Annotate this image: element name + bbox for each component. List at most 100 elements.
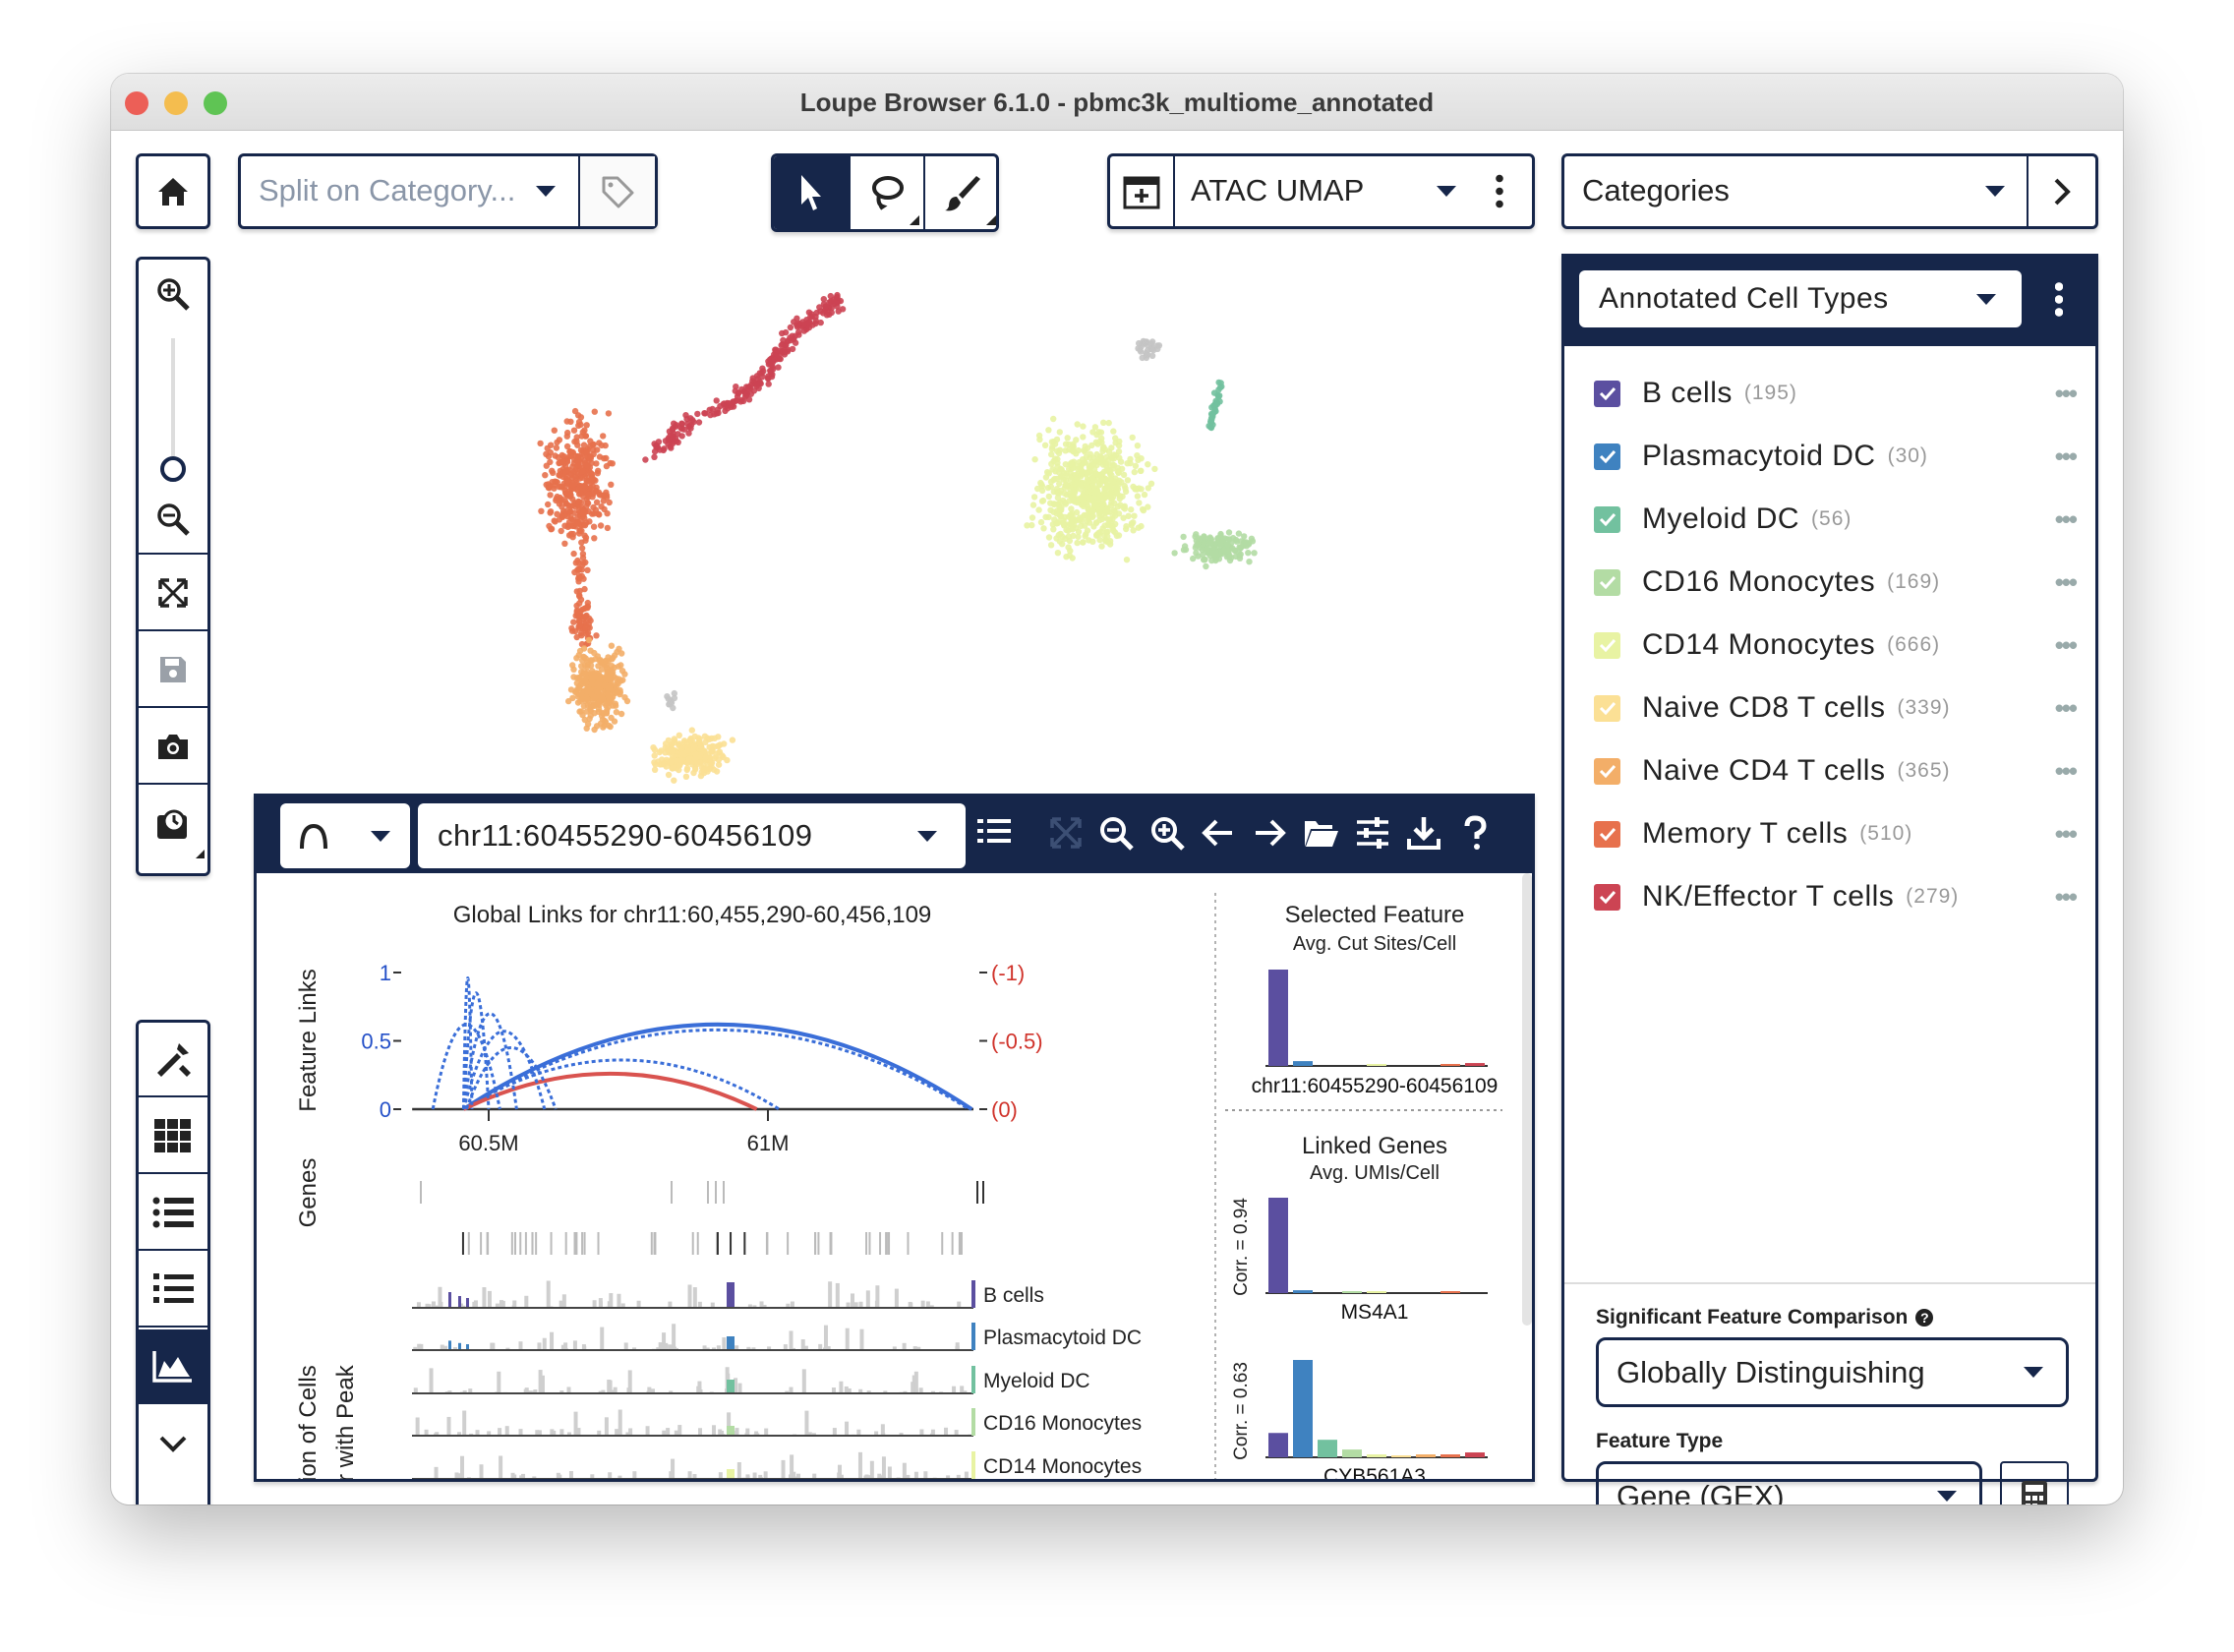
bar[interactable] — [1342, 1291, 1362, 1293]
bar[interactable] — [1268, 1433, 1288, 1457]
zoom-out-button[interactable] — [139, 486, 207, 555]
list-button[interactable] — [971, 811, 1015, 855]
more-horizontal-icon[interactable]: ••• — [2055, 442, 2078, 472]
sig-comparison-dropdown[interactable]: Globally Distinguishing — [1596, 1337, 2069, 1407]
umap-point — [1245, 550, 1252, 557]
arrow-left-button[interactable] — [1197, 811, 1240, 855]
projection-dropdown[interactable]: ATAC UMAP — [1107, 153, 1535, 229]
list-view-button[interactable] — [139, 1176, 207, 1251]
bar[interactable] — [1440, 1291, 1460, 1293]
arrow-right-button[interactable] — [1248, 811, 1291, 855]
feature-links-button[interactable] — [139, 1329, 207, 1404]
checkbox[interactable] — [1594, 820, 1620, 848]
help-icon[interactable]: ? — [1915, 1309, 1934, 1327]
bar[interactable] — [1268, 1198, 1288, 1293]
help-button[interactable] — [1453, 811, 1497, 855]
numbered-list-button[interactable] — [139, 1253, 207, 1328]
pointer-tool-button[interactable] — [774, 156, 849, 229]
more-horizontal-icon[interactable]: ••• — [2055, 693, 2078, 724]
tools-button[interactable] — [139, 1023, 207, 1097]
bar[interactable] — [1268, 970, 1288, 1066]
feature-link-arc[interactable] — [462, 1022, 973, 1111]
folder-button[interactable] — [1299, 811, 1342, 855]
bar[interactable] — [1440, 1064, 1460, 1066]
checkbox[interactable] — [1594, 380, 1620, 407]
more-horizontal-icon[interactable]: ••• — [2055, 882, 2078, 913]
category-item[interactable]: Naive CD4 T cells (365) ••• — [1594, 746, 2078, 796]
tag-button[interactable] — [578, 156, 655, 226]
fit-view-button[interactable] — [139, 557, 207, 631]
category-item[interactable]: CD14 Monocytes (666) ••• — [1594, 620, 2078, 670]
more-vertical-icon[interactable] — [1496, 172, 1503, 209]
zoom-in-button[interactable] — [139, 260, 207, 328]
minimize-window-button[interactable] — [164, 91, 188, 115]
zoom-out-button[interactable] — [1094, 811, 1138, 855]
history-button[interactable] — [139, 787, 207, 861]
download-button[interactable] — [1402, 811, 1445, 855]
more-horizontal-icon[interactable]: ••• — [2055, 379, 2078, 409]
category-item[interactable]: Memory T cells (510) ••• — [1594, 809, 2078, 858]
category-item[interactable]: NK/Effector T cells (279) ••• — [1594, 872, 2078, 921]
calculate-button[interactable] — [2000, 1461, 2069, 1504]
zoom-slider-handle[interactable] — [160, 456, 186, 482]
umap-point — [1086, 494, 1092, 502]
bar[interactable] — [1367, 1454, 1386, 1457]
brush-tool-button[interactable] — [923, 156, 996, 229]
checkbox[interactable] — [1594, 757, 1620, 785]
add-projection-button[interactable] — [1110, 156, 1175, 226]
bar[interactable] — [1367, 1291, 1386, 1293]
checkbox[interactable] — [1594, 883, 1620, 911]
more-horizontal-icon[interactable]: ••• — [2055, 819, 2078, 850]
locus-dropdown[interactable]: chr11:60455290-60456109 — [418, 803, 966, 868]
zoom-window-button[interactable] — [204, 91, 227, 115]
cluster-dropdown[interactable]: Annotated Cell Types — [1579, 270, 2022, 327]
fit-button[interactable] — [1044, 811, 1088, 855]
bar[interactable] — [1391, 1455, 1411, 1457]
home-button[interactable] — [136, 153, 210, 229]
umap-plot[interactable] — [229, 236, 1557, 885]
categories-dropdown[interactable]: Categories — [1561, 153, 2098, 229]
zoom-in-button[interactable] — [1146, 811, 1189, 855]
close-window-button[interactable] — [125, 91, 148, 115]
bar[interactable] — [1293, 1360, 1313, 1457]
bar[interactable] — [1440, 1454, 1460, 1457]
split-category-dropdown[interactable]: Split on Category... — [238, 153, 658, 229]
sliders-button[interactable] — [1351, 811, 1394, 855]
checkbox[interactable] — [1594, 505, 1620, 533]
bar[interactable] — [1318, 1440, 1337, 1457]
bar[interactable] — [1293, 1290, 1313, 1293]
bar[interactable] — [1465, 1063, 1485, 1066]
checkbox[interactable] — [1594, 694, 1620, 722]
screenshot-button[interactable] — [139, 710, 207, 785]
bar[interactable] — [1342, 1449, 1362, 1457]
feature-type-dropdown[interactable]: Gene (GEX) — [1596, 1461, 1982, 1504]
more-horizontal-icon[interactable]: ••• — [2055, 630, 2078, 661]
category-item[interactable]: B cells (195) ••• — [1594, 369, 2078, 418]
feature-link-arc[interactable] — [462, 1028, 970, 1111]
checkbox[interactable] — [1594, 631, 1620, 659]
bar[interactable] — [1416, 1454, 1436, 1457]
category-item[interactable]: Myeloid DC (56) ••• — [1594, 495, 2078, 544]
bar[interactable] — [1367, 1064, 1386, 1066]
category-item[interactable]: Plasmacytoid DC (30) ••• — [1594, 432, 2078, 481]
category-item[interactable]: Naive CD8 T cells (339) ••• — [1594, 683, 2078, 733]
bar[interactable] — [1465, 1452, 1485, 1457]
feature-link-arc[interactable] — [462, 1071, 758, 1111]
checkbox[interactable] — [1594, 442, 1620, 470]
save-button[interactable] — [139, 633, 207, 708]
bar[interactable] — [1293, 1061, 1313, 1066]
more-horizontal-icon[interactable]: ••• — [2055, 756, 2078, 787]
more-horizontal-icon[interactable]: ••• — [2055, 567, 2078, 598]
more-panels-button[interactable] — [139, 1406, 207, 1481]
link-style-dropdown[interactable] — [280, 803, 410, 868]
lasso-tool-button[interactable] — [849, 156, 923, 229]
checkbox[interactable] — [1594, 568, 1620, 596]
more-vertical-icon[interactable] — [2055, 280, 2063, 318]
zoom-slider-track[interactable] — [171, 338, 175, 456]
scrollbar[interactable] — [1522, 873, 1532, 1326]
more-horizontal-icon[interactable]: ••• — [2055, 504, 2078, 535]
collapse-panel-button[interactable] — [2027, 156, 2095, 226]
coverage-bar — [881, 1456, 886, 1479]
category-item[interactable]: CD16 Monocytes (169) ••• — [1594, 558, 2078, 607]
grid-view-button[interactable] — [139, 1099, 207, 1174]
